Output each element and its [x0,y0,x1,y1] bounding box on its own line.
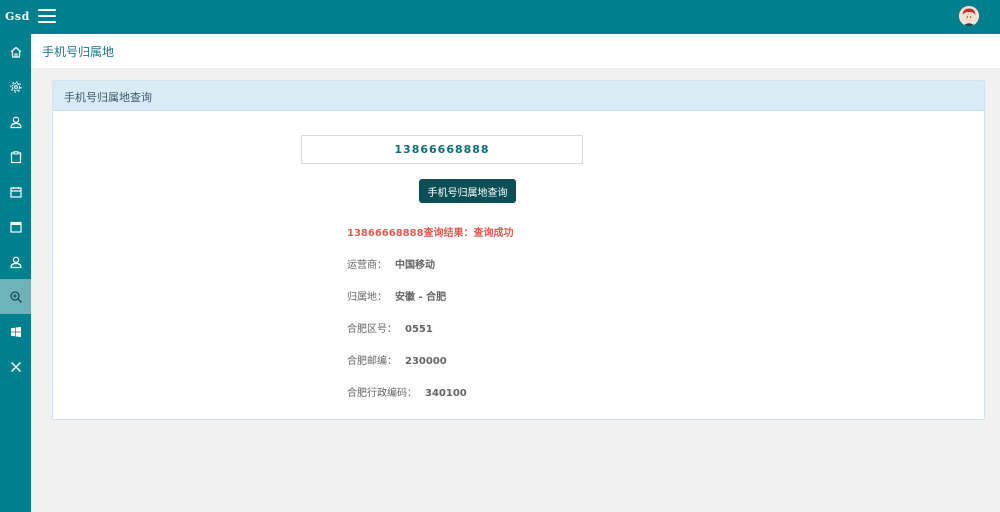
phone-number-input[interactable] [301,135,583,164]
sidebar-item-home[interactable] [0,34,31,69]
result-value: 340100 [425,388,467,399]
query-button[interactable]: 手机号归属地查询 [419,179,516,203]
result-location: 归属地： 安徽 - 合肥 [347,288,446,303]
page-title: 手机号归属地 [42,45,115,59]
result-value: 230000 [405,356,447,367]
sidebar-item-settings[interactable] [0,69,31,104]
gear-icon [9,80,22,93]
zoom-in-icon [9,290,22,303]
sidebar-item-user-alt[interactable] [0,244,31,279]
sidebar-item-user[interactable] [0,104,31,139]
calendar-icon [9,186,22,198]
result-postal-code: 合肥邮编： 230000 [347,352,447,367]
avatar[interactable] [959,6,979,26]
result-label: 合肥邮编： [347,356,397,367]
result-area-code: 合肥区号： 0551 [347,320,433,335]
sidebar-item-close[interactable] [0,349,31,384]
sidebar-item-clipboard[interactable] [0,139,31,174]
query-panel: 手机号归属地查询 手机号归属地查询 13866668888查询结果：查询成功 运… [52,80,985,420]
menu-toggle-button[interactable] [38,9,56,25]
home-icon [10,46,21,58]
panel-title: 手机号归属地查询 [53,81,984,111]
result-value: 0551 [405,324,433,335]
clipboard-icon [10,150,21,163]
top-bar: Gsd [0,0,1000,34]
user-icon [9,116,22,128]
app-logo: Gsd [5,10,30,23]
sidebar-item-search[interactable] [0,279,31,314]
result-value: 安徽 - 合肥 [395,292,447,303]
result-label: 运营商： [347,260,387,271]
result-carrier: 运营商： 中国移动 [347,256,435,271]
windows-icon [10,326,21,337]
result-label: 归属地： [347,292,387,303]
sidebar-item-windows[interactable] [0,314,31,349]
result-label: 合肥行政编码： [347,388,417,399]
sidebar-item-calendar-blank[interactable] [0,209,31,244]
page-header: 手机号归属地 [31,34,1000,68]
result-label: 合肥区号： [347,324,397,335]
calendar-blank-icon [9,221,22,233]
result-status: 13866668888查询结果：查询成功 [347,228,514,239]
sidebar-item-calendar[interactable] [0,174,31,209]
user-alt-icon [9,256,22,268]
avatar-icon [959,6,979,26]
sidebar [0,34,31,512]
result-admin-code: 合肥行政编码： 340100 [347,384,467,399]
result-value: 中国移动 [395,260,435,271]
close-icon [10,361,21,372]
